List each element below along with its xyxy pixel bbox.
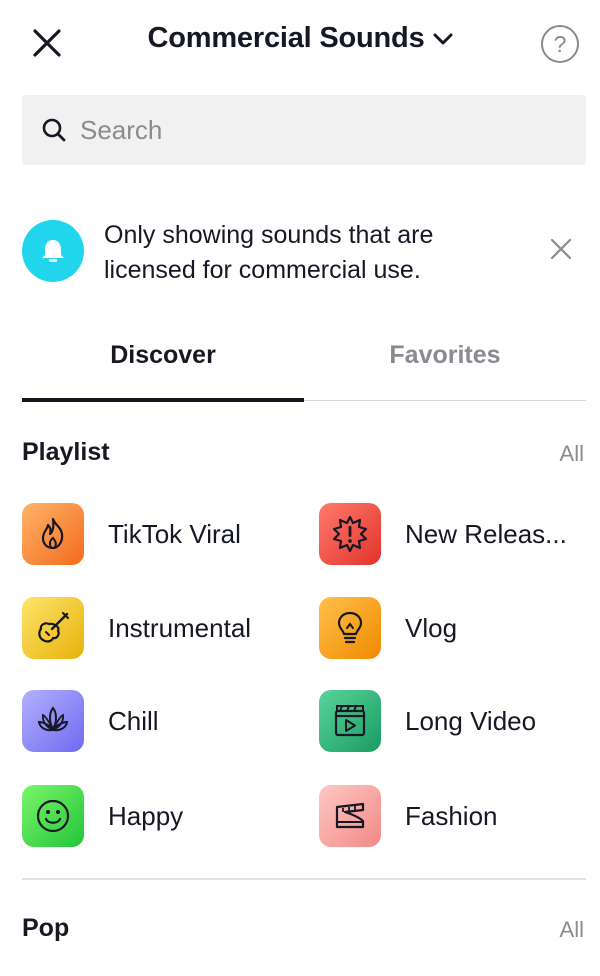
lightbulb-icon	[319, 597, 381, 659]
playlist-section-title: Playlist	[22, 438, 110, 466]
violin-icon	[22, 597, 84, 659]
playlist-item-label: New Releas...	[405, 518, 567, 549]
active-tab-indicator	[22, 398, 304, 402]
playlist-item-label: Chill	[108, 705, 159, 736]
section-divider	[22, 878, 586, 880]
notice-text: Only showing sounds that are licensed fo…	[104, 221, 434, 284]
smiley-icon	[22, 785, 84, 847]
playlist-item-long-video[interactable]: Long Video	[319, 689, 536, 753]
header: Commercial Sounds ?	[0, 0, 600, 88]
playlist-item-label: Happy	[108, 800, 184, 831]
search-icon	[40, 116, 68, 144]
lotus-icon	[22, 690, 84, 752]
sneaker-icon	[319, 785, 381, 847]
help-button[interactable]: ?	[541, 25, 579, 63]
tab-discover[interactable]: Discover	[22, 341, 304, 370]
pop-section-title: Pop	[22, 914, 70, 942]
playlist-item-tiktok-viral[interactable]: TikTok Viral	[22, 502, 241, 566]
page-title: Commercial Sounds	[147, 22, 425, 54]
pop-all-link[interactable]: All	[560, 917, 584, 943]
flame-icon	[22, 503, 84, 565]
playlist-item-instrumental[interactable]: Instrumental	[22, 596, 251, 660]
playlist-item-label: Instrumental	[108, 612, 252, 643]
playlist-item-fashion[interactable]: Fashion	[319, 784, 498, 848]
dismiss-notice-button[interactable]	[546, 234, 576, 264]
burst-alert-icon	[319, 503, 381, 565]
clapper-play-icon	[319, 690, 381, 752]
chevron-down-icon	[433, 33, 452, 44]
playlist-item-label: Vlog	[405, 612, 458, 643]
title-dropdown[interactable]: Commercial Sounds	[0, 22, 600, 55]
commercial-notice: Only showing sounds that are licensed fo…	[22, 212, 586, 292]
bell-badge	[22, 220, 84, 282]
tab-bar: Discover Favorites	[22, 325, 586, 402]
bell-icon	[42, 240, 64, 262]
close-icon	[550, 238, 572, 260]
search-bar[interactable]	[22, 95, 586, 165]
tab-favorites[interactable]: Favorites	[304, 341, 586, 370]
playlist-all-link[interactable]: All	[560, 441, 584, 467]
playlist-item-label: Long Video	[405, 705, 537, 736]
playlist-item-label: Fashion	[405, 800, 498, 831]
playlist-item-happy[interactable]: Happy	[22, 784, 183, 848]
search-input[interactable]	[80, 114, 560, 146]
playlist-item-chill[interactable]: Chill	[22, 689, 159, 753]
playlist-item-new-releases[interactable]: New Releas...	[319, 502, 567, 566]
question-icon: ?	[553, 30, 567, 57]
playlist-item-vlog[interactable]: Vlog	[319, 596, 457, 660]
playlist-item-label: TikTok Viral	[108, 518, 241, 549]
